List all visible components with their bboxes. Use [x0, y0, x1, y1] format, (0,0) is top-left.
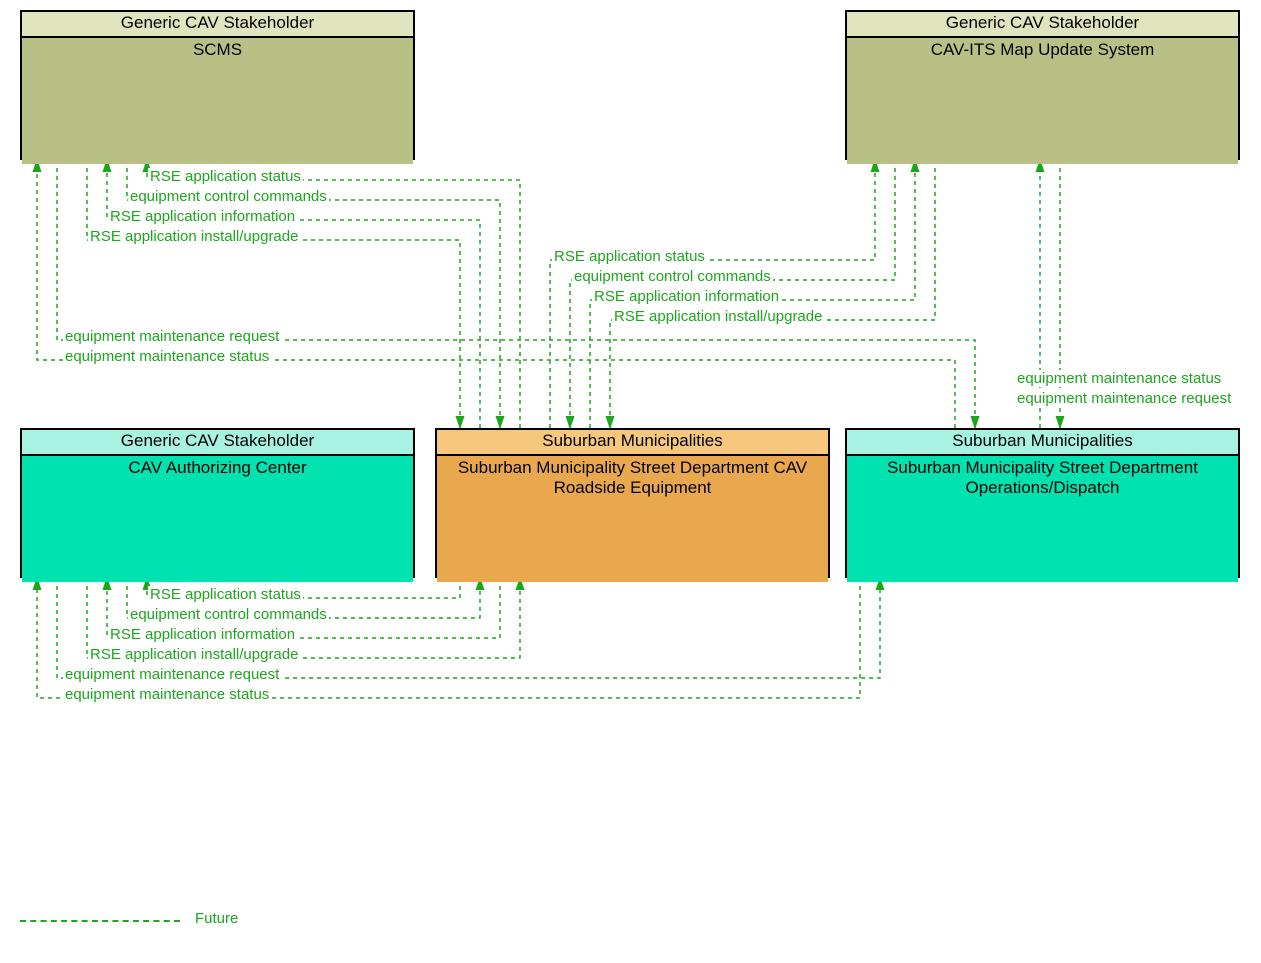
- flow-label: equipment maintenance request: [1015, 390, 1233, 407]
- flow-label: equipment maintenance request: [63, 328, 281, 345]
- node-title: Suburban Municipality Street Department …: [437, 456, 828, 582]
- flow-label: RSE application information: [108, 208, 297, 225]
- node-header: Suburban Municipalities: [847, 430, 1238, 456]
- legend-label: Future: [195, 910, 238, 927]
- node-header: Generic CAV Stakeholder: [847, 12, 1238, 38]
- legend-line-future: [20, 920, 180, 922]
- flow-label: equipment maintenance status: [63, 348, 271, 365]
- flow-label: RSE application information: [108, 626, 297, 643]
- flow-label: RSE application install/upgrade: [612, 308, 824, 325]
- flow-label: RSE application status: [148, 586, 303, 603]
- node-mapupdate: Generic CAV Stakeholder CAV-ITS Map Upda…: [845, 10, 1240, 160]
- flow-label: RSE application install/upgrade: [88, 228, 300, 245]
- node-title: SCMS: [22, 38, 413, 164]
- node-title: Suburban Municipality Street Department …: [847, 456, 1238, 582]
- flow-label: RSE application status: [552, 248, 707, 265]
- node-header: Generic CAV Stakeholder: [22, 12, 413, 38]
- flow-label: RSE application information: [592, 288, 781, 305]
- flow-label: RSE application install/upgrade: [88, 646, 300, 663]
- flow-label: equipment maintenance status: [1015, 370, 1223, 387]
- flow-label: equipment control commands: [128, 606, 329, 623]
- flow-label: equipment control commands: [572, 268, 773, 285]
- node-header: Generic CAV Stakeholder: [22, 430, 413, 456]
- node-scms: Generic CAV Stakeholder SCMS: [20, 10, 415, 160]
- diagram-stage: RSE application status equipment control…: [0, 0, 1261, 963]
- node-roadside: Suburban Municipalities Suburban Municip…: [435, 428, 830, 578]
- flow-label: equipment control commands: [128, 188, 329, 205]
- flow-label: equipment maintenance request: [63, 666, 281, 683]
- node-authcenter: Generic CAV Stakeholder CAV Authorizing …: [20, 428, 415, 578]
- node-header: Suburban Municipalities: [437, 430, 828, 456]
- flow-label: equipment maintenance status: [63, 686, 271, 703]
- node-title: CAV-ITS Map Update System: [847, 38, 1238, 164]
- flow-label: RSE application status: [148, 168, 303, 185]
- node-dispatch: Suburban Municipalities Suburban Municip…: [845, 428, 1240, 578]
- node-title: CAV Authorizing Center: [22, 456, 413, 582]
